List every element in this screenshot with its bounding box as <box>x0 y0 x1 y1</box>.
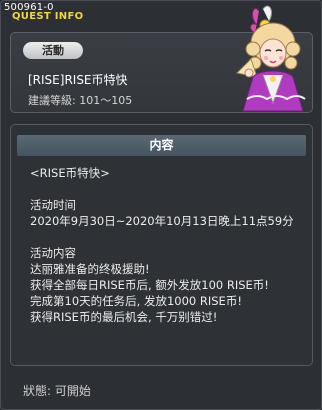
content-section-header: 内容 <box>17 135 306 156</box>
content-line: 2020年9月30日~2020年10月13日晚上11点59分 <box>30 214 294 228</box>
content-line: 完成第10天的任务后, 发放1000 RISE币! <box>30 294 242 308</box>
quest-content-panel: 内容 <RISE币特快> 活动时间 2020年9月30日~2020年10月13日… <box>10 124 313 366</box>
content-line <box>30 229 305 245</box>
content-line: 获得RISE币的最后机会, 千万别错过! <box>30 310 218 324</box>
content-line: 活动内容 <box>30 246 76 260</box>
quest-description[interactable]: <RISE币特快> 活动时间 2020年9月30日~2020年10月13日晚上1… <box>30 165 305 325</box>
content-line: 获得全部每日RISE币后, 额外发放100 RISE币! <box>30 278 269 292</box>
window-title: QUEST INFO <box>12 11 84 22</box>
quest-info-window: 500961-0 QUEST INFO 活動 [RISE]RISE币特快 建議等… <box>0 0 322 410</box>
quest-name: [RISE]RISE币特快 <box>28 73 128 87</box>
recommended-level: 建議等級: 101～105 <box>28 94 133 107</box>
quest-status: 狀態: 可開始 <box>23 384 91 398</box>
content-line: 达丽雅准备的终极援助! <box>30 262 150 276</box>
noble-lady-portrait-icon <box>235 5 306 112</box>
content-line: 活动时间 <box>30 198 76 212</box>
category-badge: 活動 <box>23 42 83 59</box>
content-line <box>30 181 305 197</box>
content-line: <RISE币特快> <box>30 166 110 180</box>
